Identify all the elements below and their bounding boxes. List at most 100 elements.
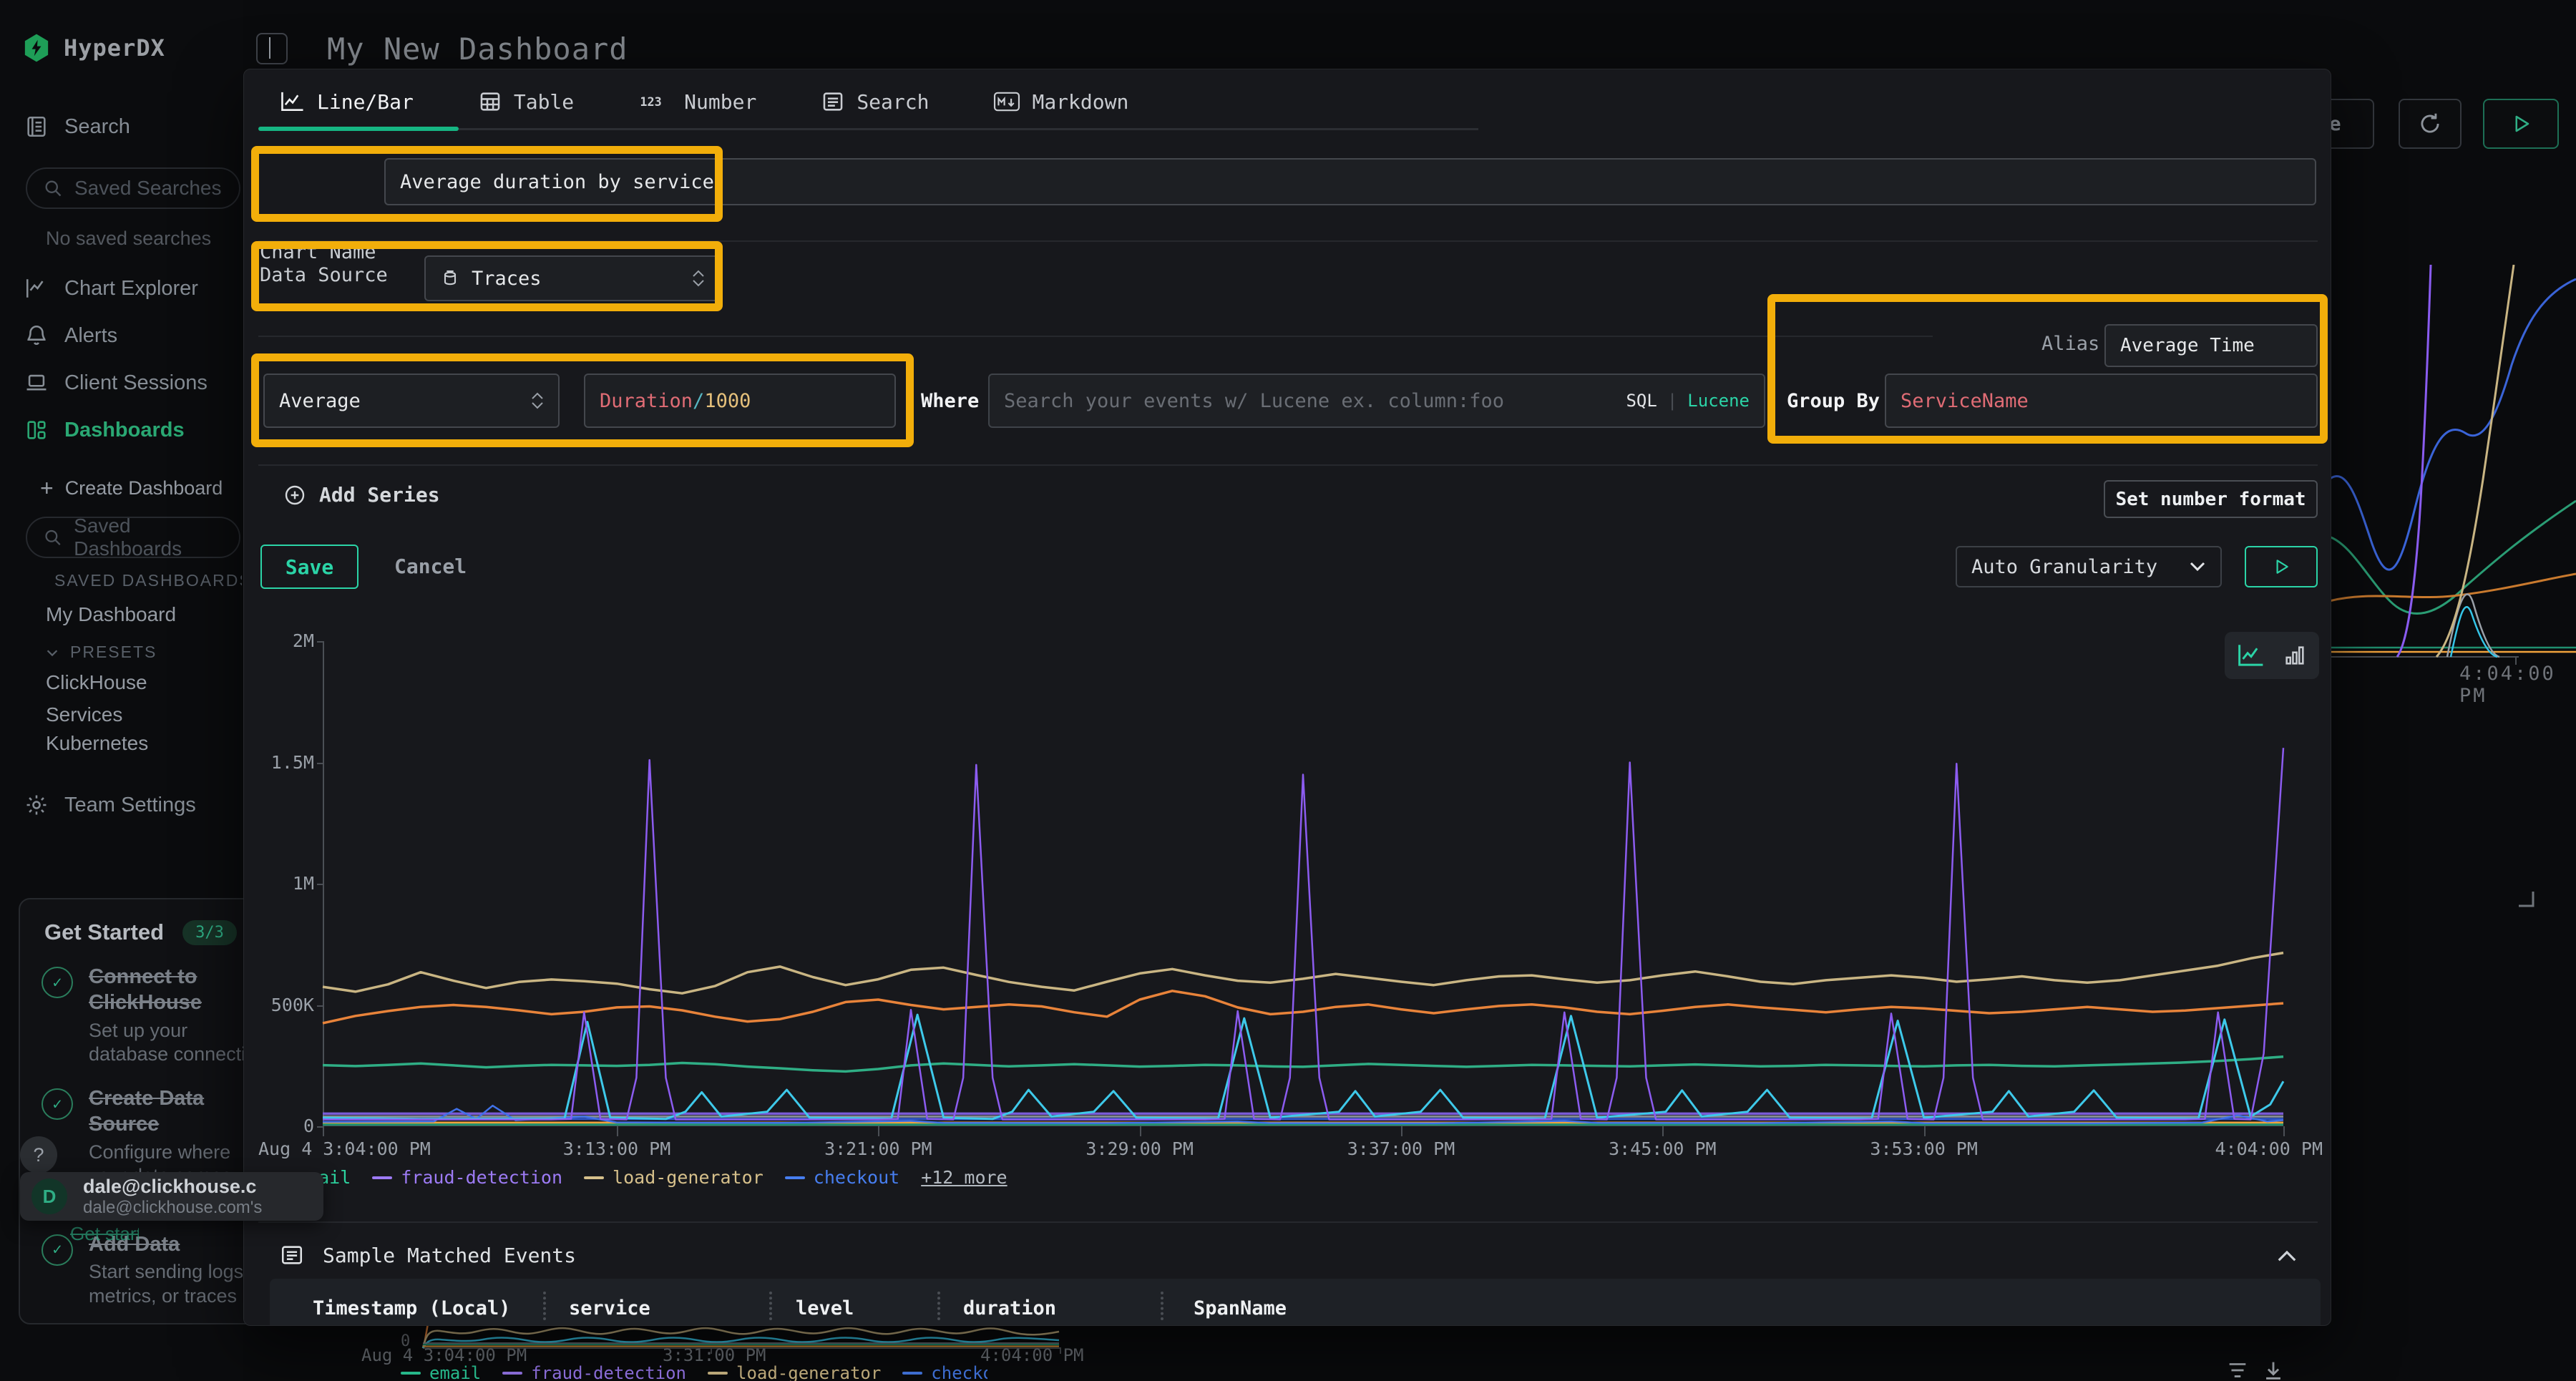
saved-dashboards-input[interactable]: Saved Dashboards bbox=[26, 517, 240, 558]
column-header-spanname[interactable]: SpanName bbox=[1194, 1297, 1287, 1319]
alerts-icon bbox=[24, 323, 49, 348]
column-header-level[interactable]: level bbox=[796, 1297, 854, 1319]
sidebar-preset-services[interactable]: Services bbox=[46, 703, 122, 726]
sidebar-item-team-settings[interactable]: Team Settings bbox=[24, 793, 196, 817]
x-tick bbox=[1401, 1126, 1402, 1136]
check-icon: ✓ bbox=[42, 1088, 73, 1120]
series-checkout bbox=[323, 1106, 2283, 1123]
underlay-right-chart bbox=[2329, 265, 2576, 665]
collapse-chevron-icon[interactable] bbox=[2276, 1249, 2298, 1263]
save-button[interactable]: Save bbox=[260, 545, 358, 589]
legend-item-fraud-detection[interactable]: fraud-detection bbox=[372, 1167, 562, 1188]
sidebar-item-client-sessions[interactable]: Client Sessions bbox=[0, 362, 243, 404]
check-icon: ✓ bbox=[42, 967, 73, 998]
no-saved-searches: No saved searches bbox=[46, 228, 211, 250]
tab-underline-active bbox=[258, 127, 459, 131]
create-dashboard-label: Create Dashboard bbox=[65, 477, 223, 499]
lucene-toggle[interactable]: Lucene bbox=[1687, 391, 1750, 411]
data-source-select[interactable]: Traces bbox=[424, 255, 721, 301]
column-header-timestamp-local-[interactable]: Timestamp (Local) bbox=[313, 1297, 510, 1319]
divider bbox=[258, 464, 2318, 466]
sidebar-item-dashboards[interactable]: Dashboards bbox=[0, 409, 243, 451]
alias-value: Average Time bbox=[2120, 335, 2255, 356]
download-icon[interactable] bbox=[2260, 1358, 2287, 1381]
sidebar-item-search[interactable]: Search bbox=[0, 106, 243, 147]
aggregation-select[interactable]: Average bbox=[263, 374, 560, 428]
tab-table[interactable]: Table bbox=[478, 89, 574, 114]
sort-icon[interactable] bbox=[2224, 1358, 2251, 1381]
brand[interactable]: HyperDX bbox=[22, 33, 165, 63]
chevron-down-icon bbox=[44, 645, 60, 660]
client-sessions-icon bbox=[24, 371, 49, 395]
group-by-value: ServiceName bbox=[1901, 390, 2029, 412]
tab-label: Line/Bar bbox=[317, 90, 414, 114]
granularity-value: Auto Granularity bbox=[1971, 556, 2157, 578]
page-title[interactable]: My New Dashboard bbox=[327, 31, 628, 67]
legend-item-checkout[interactable]: checkout bbox=[785, 1167, 899, 1188]
user-chip[interactable]: D dale@clickhouse.c dale@clickhouse.com'… bbox=[20, 1172, 323, 1221]
legend-item-load-generator[interactable]: load-generator bbox=[708, 1365, 881, 1381]
search-icon bbox=[43, 527, 62, 547]
refresh-button[interactable] bbox=[2399, 99, 2462, 149]
panel-collapse-button[interactable] bbox=[256, 33, 288, 64]
legend-more-link[interactable]: +12 more bbox=[921, 1167, 1007, 1188]
help-button[interactable]: ? bbox=[20, 1136, 57, 1173]
table-icon bbox=[478, 89, 502, 114]
legend-item-checkout[interactable]: checkout bbox=[902, 1365, 987, 1381]
legend-item-fraud-detection[interactable]: fraud-detection bbox=[502, 1365, 686, 1381]
tab-number[interactable]: 123Number bbox=[638, 90, 756, 114]
saved-searches-input[interactable]: Saved Searches bbox=[26, 167, 240, 209]
sidebar-item-my-dashboard[interactable]: My Dashboard bbox=[46, 603, 176, 626]
sql-toggle[interactable]: SQL bbox=[1626, 391, 1657, 411]
y-tick bbox=[317, 1126, 324, 1128]
select-chevrons-icon bbox=[531, 392, 544, 409]
chart-name-input[interactable]: Average duration by service bbox=[384, 158, 2316, 205]
preview-run-button[interactable] bbox=[2245, 546, 2318, 587]
tab-label: Number bbox=[684, 90, 756, 114]
column-separator bbox=[543, 1292, 546, 1320]
tab-markdown[interactable]: Markdown bbox=[993, 90, 1128, 114]
legend-item-email[interactable]: email bbox=[401, 1365, 481, 1381]
tab-line-bar[interactable]: Line/Bar bbox=[280, 90, 414, 114]
tab-label: Table bbox=[514, 90, 574, 114]
section-saved-dashboards[interactable]: SAVED DASHBOARDS bbox=[44, 571, 242, 590]
legend-item-load-generator[interactable]: load-generator bbox=[584, 1167, 763, 1188]
sidebar-preset-kubernetes[interactable]: Kubernetes bbox=[46, 732, 148, 755]
add-series-label: Add Series bbox=[319, 483, 440, 507]
get-started-item[interactable]: ✓Connect to ClickHouseSet up your databa… bbox=[42, 964, 278, 1067]
granularity-select[interactable]: Auto Granularity bbox=[1956, 546, 2222, 587]
section-presets[interactable]: PRESETS bbox=[44, 643, 242, 662]
legend-dash bbox=[708, 1372, 728, 1375]
column-header-duration[interactable]: duration bbox=[963, 1297, 1056, 1319]
group-by-input[interactable]: ServiceName bbox=[1885, 374, 2318, 428]
sample-events-header[interactable]: Sample Matched Events bbox=[280, 1243, 576, 1267]
search-icon bbox=[43, 178, 63, 198]
brand-name: HyperDX bbox=[64, 34, 165, 62]
y-tick bbox=[317, 884, 324, 885]
tab-search[interactable]: Search bbox=[821, 89, 929, 114]
linechart-icon bbox=[280, 90, 306, 113]
set-number-format-button[interactable]: Set number format bbox=[2104, 480, 2318, 518]
run-query-button[interactable] bbox=[2483, 99, 2559, 149]
column-header-service[interactable]: service bbox=[569, 1297, 650, 1319]
chart-type-toggle[interactable] bbox=[2225, 632, 2319, 679]
saved-dashboards-placeholder: Saved Dashboards bbox=[74, 514, 239, 560]
field-expression-input[interactable]: Duration/1000 bbox=[584, 374, 896, 428]
sidebar-item-chart-explorer[interactable]: Chart Explorer bbox=[0, 268, 243, 309]
add-series-button[interactable]: Add Series bbox=[283, 483, 440, 507]
legend-dash bbox=[584, 1176, 604, 1179]
create-dashboard-button[interactable]: + Create Dashboard bbox=[40, 475, 223, 502]
sidebar-item-label: Dashboards bbox=[64, 419, 185, 442]
resize-corner-icon[interactable] bbox=[2514, 887, 2534, 907]
line-chart-icon[interactable] bbox=[2237, 643, 2265, 668]
dashboards-icon bbox=[24, 418, 49, 442]
alias-input[interactable]: Average Time bbox=[2104, 324, 2318, 367]
bar-chart-icon[interactable] bbox=[2283, 643, 2307, 668]
y-tick-label: 1M bbox=[257, 873, 314, 894]
where-input[interactable]: Search your events w/ Lucene ex. column:… bbox=[988, 374, 1765, 428]
plus-circle-icon bbox=[283, 484, 306, 507]
sidebar-item-alerts[interactable]: Alerts bbox=[0, 315, 243, 356]
cancel-button[interactable]: Cancel bbox=[394, 555, 467, 578]
sidebar-preset-clickhouse[interactable]: ClickHouse bbox=[46, 671, 147, 694]
get-started-extra-link[interactable]: Get started bbox=[70, 1223, 139, 1245]
